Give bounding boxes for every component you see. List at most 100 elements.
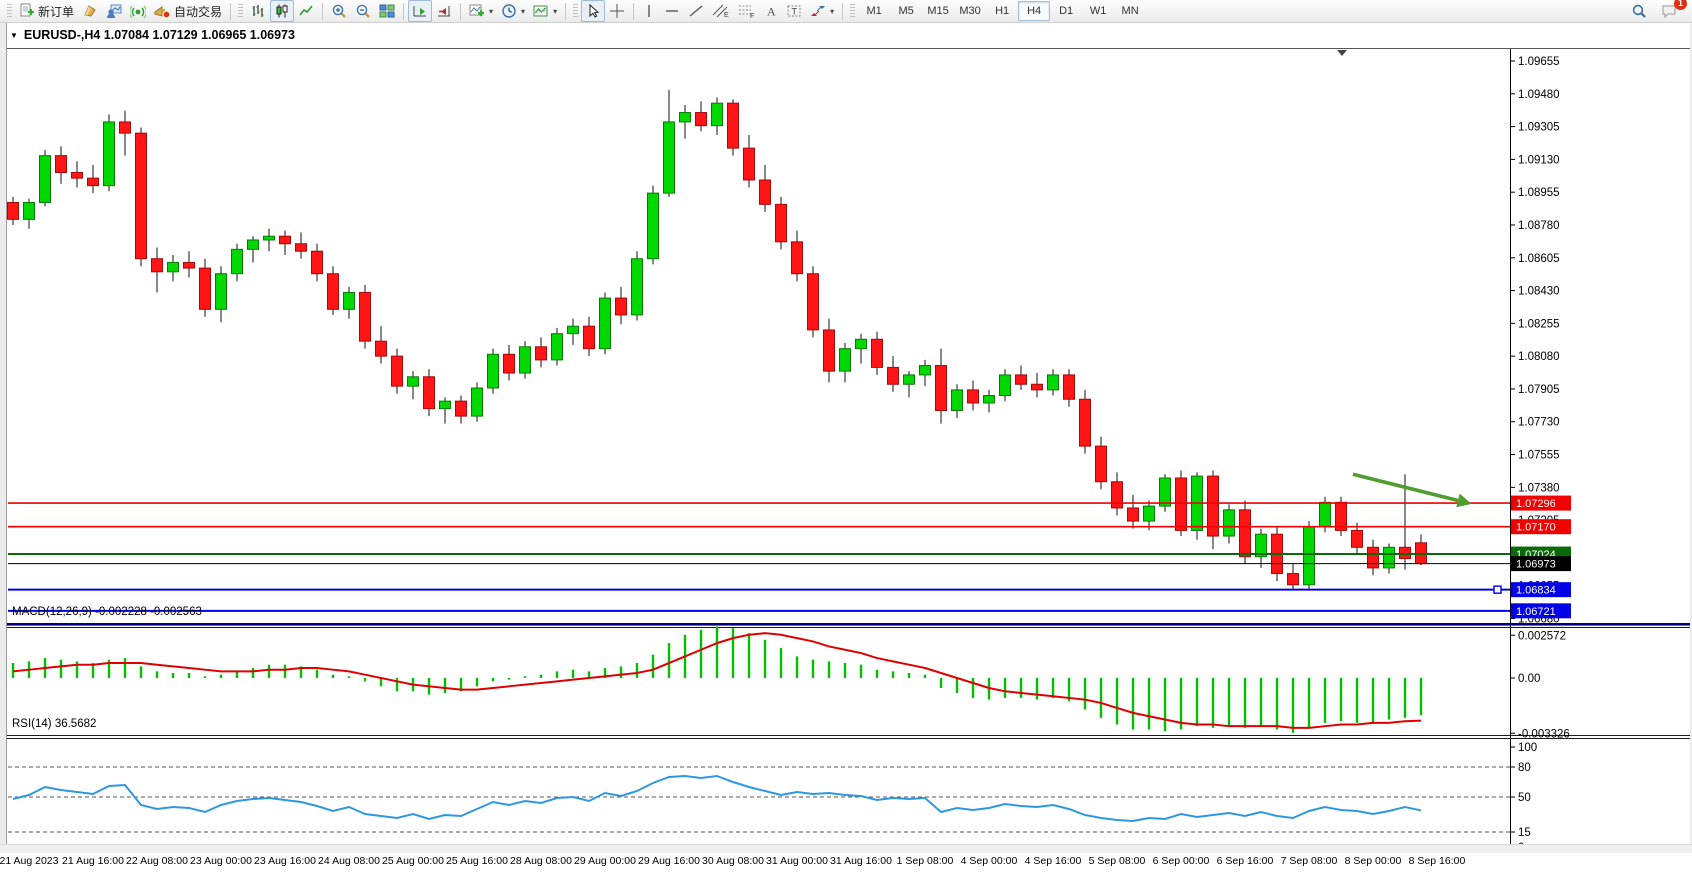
svg-text:8 Sep 16:00: 8 Sep 16:00 <box>1409 855 1466 867</box>
vertical-line-icon <box>642 3 656 19</box>
svg-text:21 Aug 16:00: 21 Aug 16:00 <box>62 855 124 867</box>
panel-separators[interactable] <box>4 623 1690 853</box>
timeframe-h1[interactable]: H1 <box>986 1 1018 21</box>
timeframe-m1[interactable]: M1 <box>858 1 890 21</box>
horizontal-line-icon <box>664 3 680 19</box>
svg-text:-0.003326: -0.003326 <box>1518 728 1570 740</box>
horizontal-line-1.07296[interactable]: 1.07296 <box>8 496 1571 511</box>
charts-group-button[interactable] <box>78 0 102 22</box>
line-chart-button[interactable] <box>294 0 318 22</box>
templates-button[interactable]: ▾ <box>529 0 561 22</box>
zoom-out-icon <box>355 3 371 19</box>
timeframe-d1[interactable]: D1 <box>1050 1 1082 21</box>
zoom-in-button[interactable] <box>327 0 351 22</box>
text-tool[interactable]: A <box>760 0 782 22</box>
search-icon <box>1631 3 1647 19</box>
toolbar-separator <box>460 3 461 20</box>
arrows-tool[interactable]: ▾ <box>806 0 838 22</box>
horizontal-line-1.06721[interactable]: 1.06721 <box>8 603 1571 618</box>
rsi-panel: 1008050150 <box>8 742 1537 854</box>
timeframe-h4[interactable]: H4 <box>1018 1 1050 21</box>
svg-text:25 Aug 00:00: 25 Aug 00:00 <box>382 855 444 867</box>
notification-badge: 1 <box>1674 0 1687 10</box>
crosshair-icon <box>609 3 625 19</box>
toolbar-separator <box>322 3 323 20</box>
svg-text:4 Sep 00:00: 4 Sep 00:00 <box>961 855 1018 867</box>
svg-text:23 Aug 00:00: 23 Aug 00:00 <box>190 855 252 867</box>
timeframe-mn[interactable]: MN <box>1114 1 1146 21</box>
svg-text:100: 100 <box>1518 742 1537 754</box>
bar-chart-button[interactable] <box>246 0 270 22</box>
candlestick-chart-icon <box>274 3 290 19</box>
svg-text:29 Aug 16:00: 29 Aug 16:00 <box>638 855 700 867</box>
svg-text:23 Aug 16:00: 23 Aug 16:00 <box>254 855 316 867</box>
search-button[interactable] <box>1627 0 1651 22</box>
indicators-button[interactable]: ▾ <box>465 0 497 22</box>
macd-indicator-label: MACD(12,26,9) -0.002228 -0.002563 <box>12 606 202 618</box>
horizontal-line-1.06834[interactable]: 1.06834 <box>8 582 1571 597</box>
horizontal-line-1.07024[interactable]: 1.07024 <box>8 547 1571 562</box>
timeframe-w1[interactable]: W1 <box>1082 1 1114 21</box>
svg-text:1.09305: 1.09305 <box>1518 122 1560 134</box>
trend-arrow-annotation[interactable] <box>1353 474 1472 507</box>
clock-icon <box>501 3 517 19</box>
window-frame-left <box>0 23 7 853</box>
timeframe-m15[interactable]: M15 <box>922 1 954 21</box>
toolbar-grip[interactable] <box>573 4 578 19</box>
autotrading-icon <box>154 3 171 19</box>
toolbar-grip[interactable] <box>7 4 12 19</box>
equidistant-channel-tool[interactable]: E <box>708 0 734 22</box>
periods-button[interactable]: ▾ <box>497 0 529 22</box>
svg-text:21 Aug 2023: 21 Aug 2023 <box>0 855 59 867</box>
chart-menu-icon[interactable]: ▼ <box>10 31 18 40</box>
horizontal-line-1.07170[interactable]: 1.07170 <box>8 519 1571 534</box>
trendline-tool[interactable] <box>684 0 708 22</box>
svg-text:6 Sep 16:00: 6 Sep 16:00 <box>1217 855 1274 867</box>
cursor-button[interactable] <box>581 0 605 22</box>
svg-text:1.08255: 1.08255 <box>1518 318 1560 330</box>
rsi-indicator-label: RSI(14) 36.5682 <box>12 718 96 730</box>
auto-scroll-button[interactable] <box>408 0 432 22</box>
fibonacci-tool[interactable]: F <box>734 0 760 22</box>
timeframe-m30[interactable]: M30 <box>954 1 986 21</box>
horizontal-line-tool[interactable] <box>660 0 684 22</box>
chart-shift-marker[interactable] <box>1337 50 1347 56</box>
chart-plot-area[interactable]: 1.096551.094801.093051.091301.089551.087… <box>0 23 1692 853</box>
window-bottom-strip <box>0 844 1692 853</box>
time-axis: 21 Aug 202321 Aug 16:0022 Aug 08:0023 Au… <box>0 855 1465 867</box>
text-label-tool[interactable]: T <box>782 0 806 22</box>
autotrading-label: 自动交易 <box>174 3 222 20</box>
text-icon: A <box>764 3 778 19</box>
svg-text:1.08605: 1.08605 <box>1518 253 1560 265</box>
fibonacci-icon: F <box>738 3 756 19</box>
svg-text:1.06721: 1.06721 <box>1516 606 1556 618</box>
zoom-out-button[interactable] <box>351 0 375 22</box>
autotrading-button[interactable]: 自动交易 <box>150 0 226 22</box>
chart-shift-button[interactable] <box>432 0 456 22</box>
toolbar-grip[interactable] <box>238 4 243 19</box>
svg-text:1.07905: 1.07905 <box>1518 384 1560 396</box>
new-order-button[interactable]: 新订单 <box>15 0 78 22</box>
new-order-label: 新订单 <box>38 3 74 20</box>
toolbar-separator <box>230 3 231 20</box>
cursor-arrow-icon <box>585 3 601 19</box>
toolbar-grip[interactable] <box>850 4 855 19</box>
candlestick-chart-button[interactable] <box>270 0 294 22</box>
signals-button[interactable] <box>126 0 150 22</box>
svg-text:80: 80 <box>1518 762 1531 774</box>
notifications-button[interactable]: 1 <box>1657 0 1682 22</box>
profile-chart-icon <box>106 3 122 19</box>
chart-title-text: EURUSD-,H4 1.07084 1.07129 1.06965 1.069… <box>24 28 295 42</box>
tile-windows-button[interactable] <box>375 0 399 22</box>
vertical-line-tool[interactable] <box>638 0 660 22</box>
svg-text:22 Aug 08:00: 22 Aug 08:00 <box>126 855 188 867</box>
community-button[interactable] <box>102 0 126 22</box>
template-icon <box>533 3 549 19</box>
svg-text:1.07205: 1.07205 <box>1518 515 1560 527</box>
candles-layer <box>8 90 1427 590</box>
chart-title-bar[interactable]: ▼ EURUSD-,H4 1.07084 1.07129 1.06965 1.0… <box>10 28 295 42</box>
toolbar-right-tools: 1 <box>1627 0 1688 22</box>
svg-text:1.07555: 1.07555 <box>1518 450 1560 462</box>
timeframe-m5[interactable]: M5 <box>890 1 922 21</box>
crosshair-button[interactable] <box>605 0 629 22</box>
